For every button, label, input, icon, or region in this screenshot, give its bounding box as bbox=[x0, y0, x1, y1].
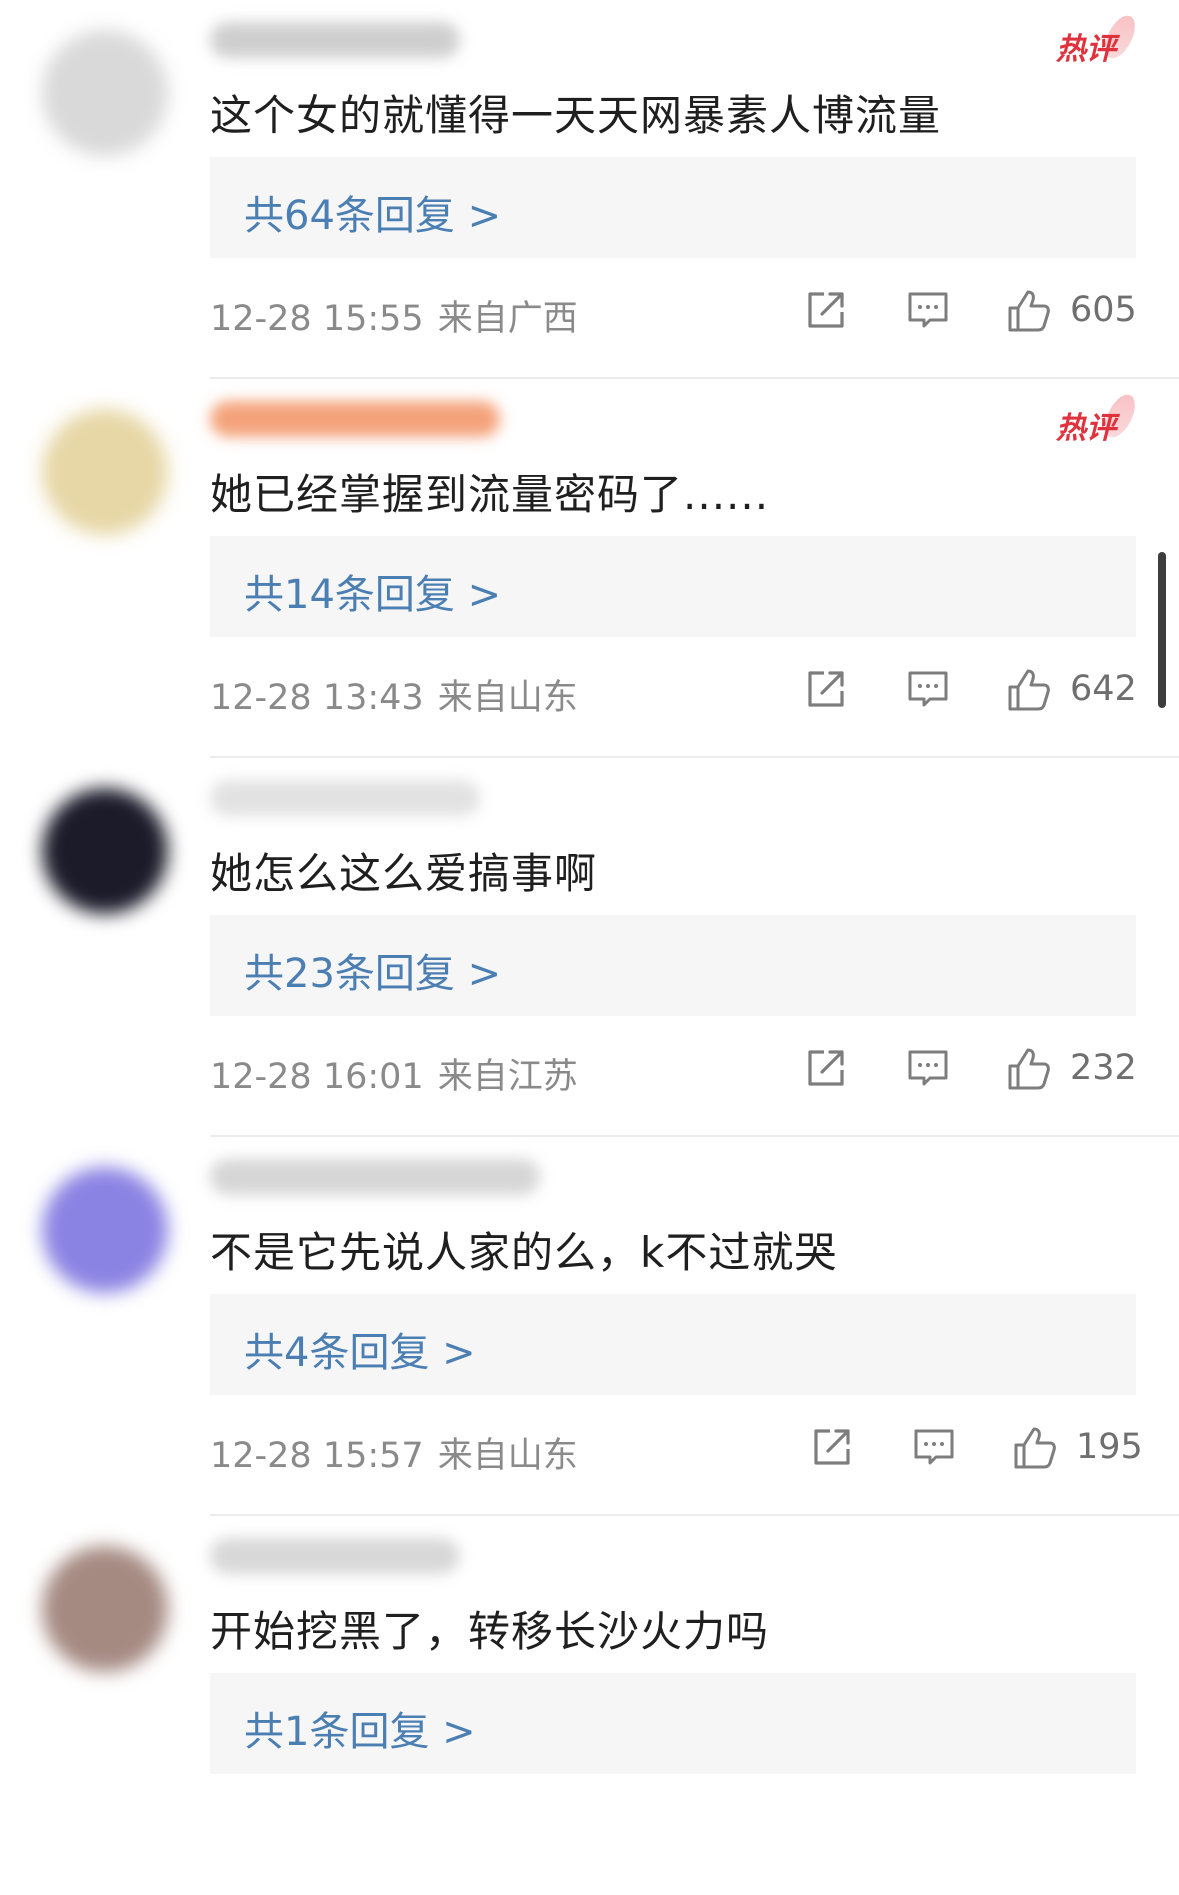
view-replies-link[interactable]: 共23条回复 > bbox=[244, 941, 501, 999]
avatar[interactable] bbox=[42, 1167, 168, 1293]
comment-location: 来自江苏 bbox=[437, 1057, 578, 1097]
thumbs-up-icon[interactable] bbox=[1006, 1046, 1050, 1090]
username-blurred[interactable] bbox=[210, 401, 500, 437]
avatar[interactable] bbox=[42, 409, 168, 535]
share-icon[interactable] bbox=[804, 667, 848, 711]
like-count: 642 bbox=[1070, 669, 1137, 709]
username-blurred[interactable] bbox=[210, 22, 460, 58]
reply-summary-box[interactable]: 共14条回复 > bbox=[210, 536, 1136, 637]
comment-text: 开始挖黑了，转移长沙火力吗 bbox=[210, 1607, 770, 1656]
view-replies-link[interactable]: 共1条回复 > bbox=[244, 1699, 476, 1757]
comment-text: 她怎么这么爱搞事啊 bbox=[210, 849, 598, 898]
comment-icon[interactable] bbox=[912, 1425, 956, 1469]
hot-comment-badge: 热评 bbox=[1056, 390, 1140, 447]
comment-text: 她已经掌握到流量密码了...... bbox=[210, 470, 770, 519]
comment-location: 来自山东 bbox=[437, 1436, 578, 1476]
share-icon[interactable] bbox=[804, 288, 848, 332]
view-replies-link[interactable]: 共14条回复 > bbox=[244, 562, 501, 620]
comment-text: 这个女的就懂得一天天网暴素人博流量 bbox=[210, 91, 942, 140]
comment-icon[interactable] bbox=[906, 667, 950, 711]
like-count: 605 bbox=[1070, 290, 1137, 330]
username-blurred[interactable] bbox=[210, 1538, 460, 1574]
comment-item: 不是它先说人家的么，k不过就哭共4条回复 > 12-28 15:57 来自山东 195 bbox=[0, 1137, 1179, 1516]
reply-summary-box[interactable]: 共23条回复 > bbox=[210, 915, 1136, 1016]
comment-meta: 12-28 16:01 来自江苏 bbox=[210, 1048, 592, 1099]
share-icon[interactable] bbox=[810, 1425, 854, 1469]
username-blurred[interactable] bbox=[210, 1159, 540, 1195]
view-replies-link[interactable]: 共4条回复 > bbox=[244, 1320, 476, 1378]
reply-summary-box[interactable]: 共1条回复 > bbox=[210, 1673, 1136, 1774]
avatar[interactable] bbox=[42, 30, 168, 156]
username-blurred[interactable] bbox=[210, 780, 480, 816]
comment-location: 来自山东 bbox=[437, 678, 578, 718]
comment-item: 热评她已经掌握到流量密码了...... 共14条回复 > 12-28 13:43 来自… bbox=[0, 379, 1179, 758]
comment-time: 12-28 16:01 bbox=[210, 1057, 424, 1097]
comment-icon[interactable] bbox=[906, 1046, 950, 1090]
comment-item: 热评这个女的就懂得一天天网暴素人博流量共64条回复 > 12-28 15:55 来自… bbox=[0, 0, 1179, 379]
comment-meta: 12-28 13:43 来自山东 bbox=[210, 669, 592, 720]
reply-summary-box[interactable]: 共64条回复 > bbox=[210, 157, 1136, 258]
comment-location: 来自广西 bbox=[437, 299, 578, 339]
comment-time: 12-28 13:43 bbox=[210, 678, 424, 718]
hot-comment-badge: 热评 bbox=[1056, 11, 1140, 68]
comment-item: 她怎么这么爱搞事啊共23条回复 > 12-28 16:01 来自江苏 232 bbox=[0, 758, 1179, 1137]
like-count: 232 bbox=[1070, 1048, 1137, 1088]
avatar[interactable] bbox=[42, 1546, 168, 1672]
comment-meta: 12-28 15:57 来自山东 bbox=[210, 1427, 592, 1478]
scrollbar[interactable] bbox=[1158, 552, 1166, 708]
comment-time: 12-28 15:57 bbox=[210, 1436, 424, 1476]
comment-time: 12-28 15:55 bbox=[210, 299, 424, 339]
thumbs-up-icon[interactable] bbox=[1012, 1425, 1056, 1469]
thumbs-up-icon[interactable] bbox=[1006, 667, 1050, 711]
comment-icon[interactable] bbox=[906, 288, 950, 332]
comment-text: 不是它先说人家的么，k不过就哭 bbox=[210, 1228, 838, 1277]
like-count: 195 bbox=[1076, 1427, 1143, 1467]
thumbs-up-icon[interactable] bbox=[1006, 288, 1050, 332]
avatar[interactable] bbox=[42, 788, 168, 914]
view-replies-link[interactable]: 共64条回复 > bbox=[244, 183, 501, 241]
share-icon[interactable] bbox=[804, 1046, 848, 1090]
comment-meta: 12-28 15:55 来自广西 bbox=[210, 290, 592, 341]
comment-item: 开始挖黑了，转移长沙火力吗共1条回复 > bbox=[0, 1516, 1179, 1895]
reply-summary-box[interactable]: 共4条回复 > bbox=[210, 1294, 1136, 1395]
